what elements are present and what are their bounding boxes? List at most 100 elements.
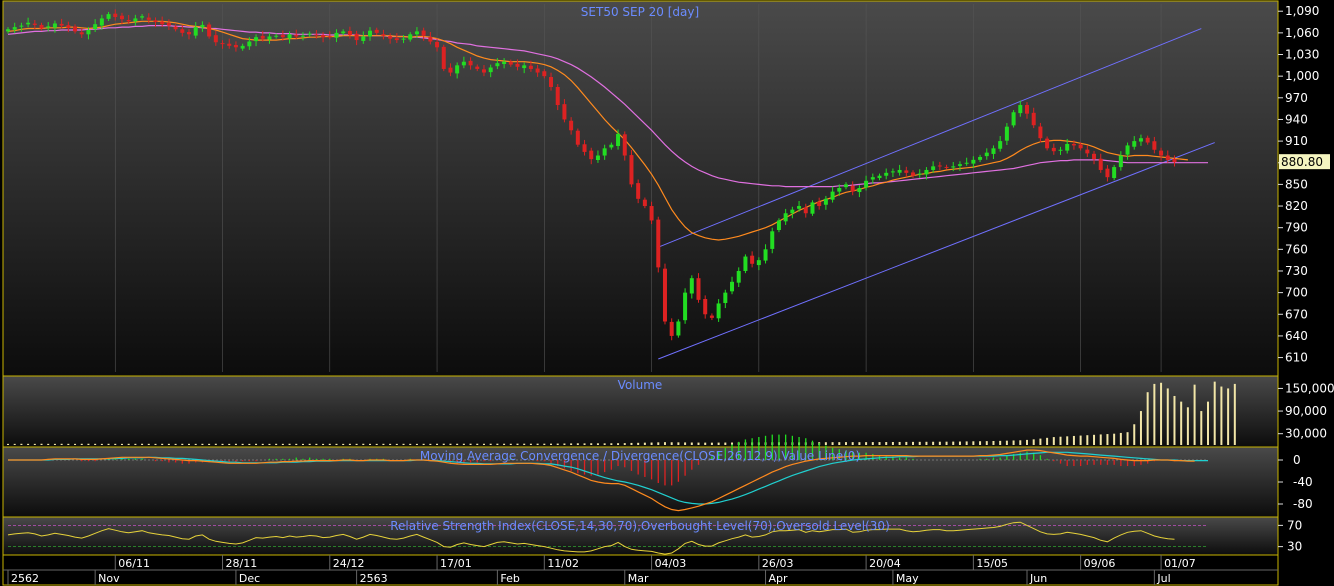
volume-bar — [690, 442, 693, 445]
volume-bar — [40, 443, 43, 445]
candle-body — [756, 260, 761, 266]
volume-bar — [1019, 440, 1022, 445]
price-y-tick-label: 910 — [1285, 134, 1308, 148]
candle-body — [381, 34, 386, 36]
volume-bar — [556, 443, 559, 445]
volume-bar — [885, 442, 888, 445]
volume-bar — [415, 443, 418, 445]
candle-body — [589, 150, 594, 160]
candle-body — [341, 31, 346, 34]
candle-body — [448, 67, 453, 73]
candle-body — [904, 170, 909, 173]
candle-body — [730, 281, 735, 292]
candle-body — [1118, 155, 1123, 168]
candle-body — [951, 166, 956, 168]
volume-bar — [965, 441, 968, 445]
candle-body — [1038, 126, 1043, 139]
candle-body — [937, 165, 942, 167]
price-y-tick-label: 1,000 — [1285, 69, 1319, 83]
candle-body — [776, 220, 781, 230]
volume-bar — [979, 441, 982, 445]
candle-body — [864, 180, 869, 188]
volume-bar — [1113, 433, 1116, 445]
volume-bar — [503, 443, 506, 445]
volume-bar — [1193, 384, 1196, 445]
candle-body — [240, 45, 245, 49]
candle-body — [857, 188, 862, 193]
volume-bar — [1227, 388, 1230, 445]
candle-body — [622, 134, 627, 156]
candle-body — [971, 159, 976, 164]
candle-body — [823, 198, 828, 205]
volume-bar — [958, 441, 961, 445]
volume-bar — [657, 442, 660, 445]
volume-bar — [1160, 382, 1163, 445]
volume-bar — [214, 443, 217, 445]
volume-bar — [482, 443, 485, 445]
volume-bar — [402, 443, 405, 445]
candle-body — [1018, 105, 1023, 114]
candle-body — [86, 29, 91, 35]
volume-bar — [120, 443, 123, 445]
candle-body — [300, 35, 305, 37]
volume-bar — [476, 443, 479, 445]
volume-bar — [147, 443, 150, 445]
volume-bar — [717, 442, 720, 445]
candle-body — [1031, 112, 1036, 126]
volume-bar — [1052, 437, 1055, 445]
candle-body — [502, 61, 507, 65]
candle-body — [689, 278, 694, 294]
candle-body — [247, 41, 252, 47]
price-panel-bg — [2, 0, 1279, 377]
candle-body — [911, 172, 916, 176]
candle-body — [160, 21, 165, 25]
volume-bar — [395, 443, 398, 445]
volume-bar — [167, 443, 170, 445]
candle-body — [39, 24, 44, 29]
volume-bar — [456, 443, 459, 445]
month-label: May — [896, 572, 919, 585]
volume-bar — [570, 443, 573, 445]
volume-bar — [174, 443, 177, 445]
candle-body — [676, 321, 681, 336]
rsi-y-tick-label: 30 — [1287, 540, 1302, 554]
date-label: 09/06 — [1084, 557, 1116, 570]
candle-body — [468, 60, 473, 66]
volume-bar — [375, 443, 378, 445]
volume-bar — [630, 442, 633, 445]
candle-body — [549, 77, 554, 87]
candle-body — [656, 219, 661, 268]
candle-body — [649, 206, 654, 221]
date-label: 01/07 — [1164, 557, 1196, 570]
candle-body — [435, 41, 440, 48]
volume-bar — [550, 443, 553, 445]
candle-body — [1165, 155, 1170, 160]
volume-bar — [275, 443, 278, 445]
date-label: 06/11 — [118, 557, 150, 570]
volume-bar — [536, 443, 539, 445]
price-y-tick-label: 1,090 — [1285, 4, 1319, 18]
candle-body — [763, 249, 768, 261]
volume-bar — [1133, 424, 1136, 445]
candle-body — [321, 35, 326, 38]
volume-bar — [1119, 432, 1122, 445]
volume-bar — [523, 443, 526, 445]
candle-body — [12, 27, 17, 30]
volume-panel: Volume 150,000 90,000 30,000 — [2, 375, 1334, 448]
candle-body — [609, 144, 614, 148]
volume-bar — [529, 443, 532, 445]
date-label: 24/12 — [333, 557, 365, 570]
candle-body — [662, 268, 667, 322]
candle-body — [361, 36, 366, 41]
volume-bar — [141, 443, 144, 445]
candle-body — [1092, 153, 1097, 160]
month-label: Dec — [239, 572, 260, 585]
volume-bar — [1046, 437, 1049, 445]
volume-bar — [925, 441, 928, 445]
candle-body — [1004, 126, 1009, 141]
candle-body — [884, 172, 889, 176]
volume-bar — [248, 443, 251, 445]
candle-body — [528, 65, 533, 69]
volume-bar — [429, 443, 432, 445]
candle-body — [59, 23, 64, 26]
